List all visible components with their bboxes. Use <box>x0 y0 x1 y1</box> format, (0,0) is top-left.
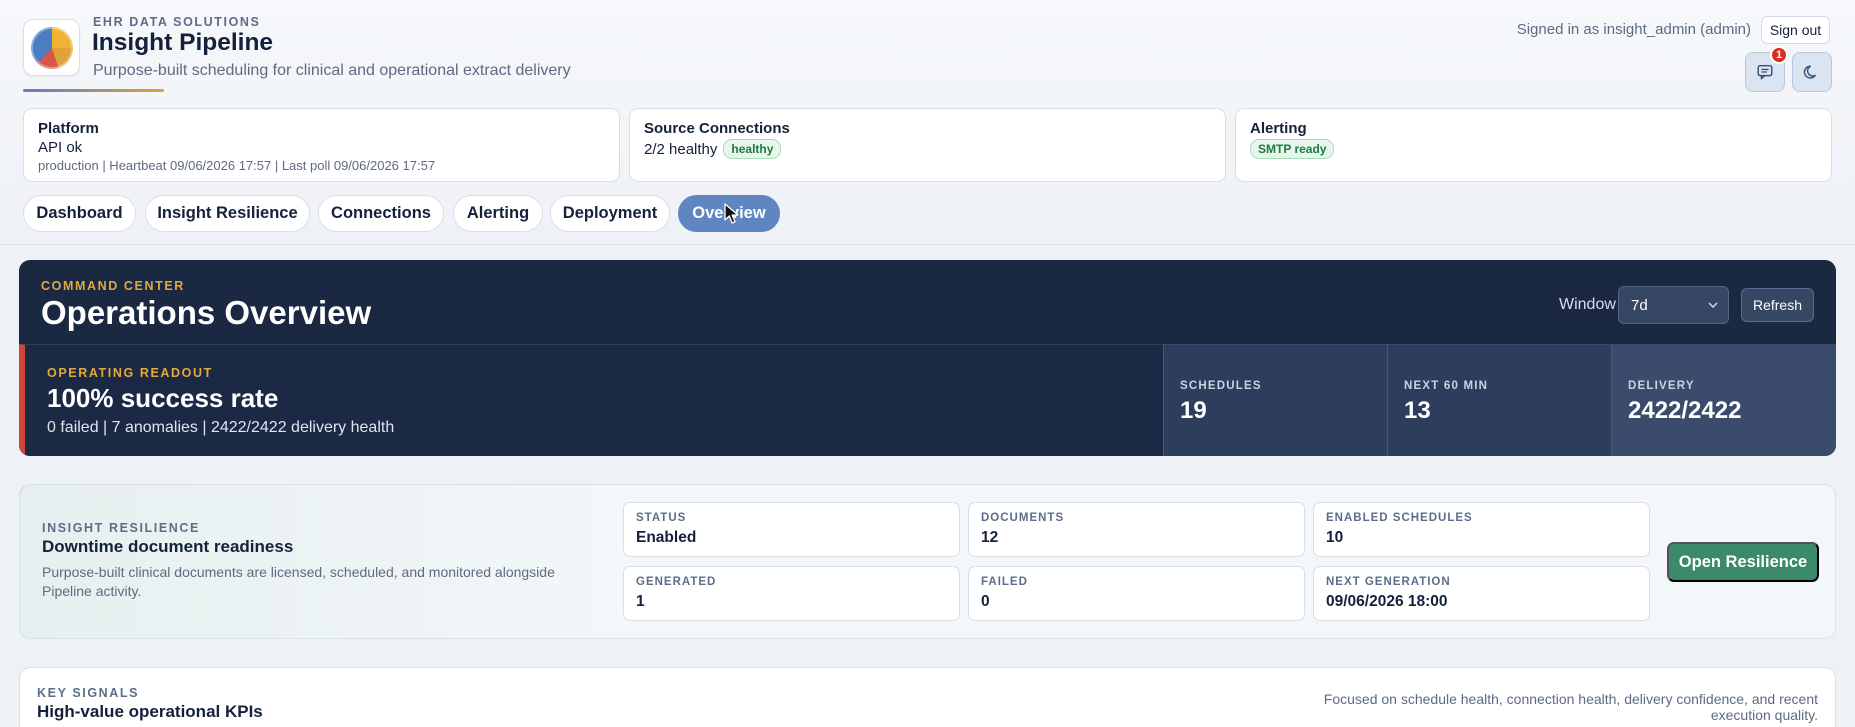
stat-enabled-schedules: ENABLED SCHEDULES 10 <box>1313 502 1650 557</box>
stat-documents: DOCUMENTS 12 <box>968 502 1305 557</box>
tab-insight-resilience[interactable]: Insight Resilience <box>145 195 310 232</box>
command-title: Operations Overview <box>41 294 372 331</box>
app-logo <box>23 19 80 76</box>
stat-label: DOCUMENTS <box>981 512 1065 524</box>
smtp-ready-pill: SMTP ready <box>1250 139 1335 159</box>
stat-next-generation: NEXT GENERATION 09/06/2026 18:00 <box>1313 566 1650 621</box>
refresh-button[interactable]: Refresh <box>1741 288 1814 322</box>
theme-toggle-button[interactable] <box>1792 52 1832 92</box>
command-kicker: COMMAND CENTER <box>41 279 185 293</box>
kpi-schedules: SCHEDULES 19 <box>1163 344 1387 456</box>
healthy-pill: healthy <box>723 139 782 159</box>
readout-kicker: OPERATING READOUT <box>47 366 213 380</box>
stat-failed: FAILED 0 <box>968 566 1305 621</box>
app-title: Insight Pipeline <box>92 29 274 56</box>
signals-note: Focused on schedule health, connection h… <box>1323 691 1818 723</box>
stat-value: 1 <box>636 593 645 610</box>
platform-status: API ok <box>38 139 83 156</box>
stat-label: GENERATED <box>636 576 717 588</box>
tab-dashboard[interactable]: Dashboard <box>23 195 136 232</box>
source-connections-title: Source Connections <box>644 120 790 137</box>
chat-icon <box>1757 64 1773 80</box>
resilience-panel: INSIGHT RESILIENCE Downtime document rea… <box>19 484 1836 639</box>
kpi-label: SCHEDULES <box>1180 380 1262 392</box>
alerting-line: SMTP ready <box>1250 139 1817 159</box>
kpi-next-60-min: NEXT 60 MIN 13 <box>1387 344 1611 456</box>
window-select-value: 7d <box>1631 296 1648 314</box>
resilience-title: Downtime document readiness <box>42 537 294 556</box>
platform-status-card: Platform API ok production | Heartbeat 0… <box>23 108 620 182</box>
kpi-value: 13 <box>1404 397 1431 424</box>
readout-summary: 0 failed | 7 anomalies | 2422/2422 deliv… <box>47 419 395 436</box>
mouse-cursor-icon <box>724 203 739 224</box>
signals-kicker: KEY SIGNALS <box>37 686 140 700</box>
signed-in-text: Signed in as insight_admin (admin) <box>1516 21 1751 38</box>
kpi-value: 2422/2422 <box>1628 397 1742 424</box>
stat-value: 10 <box>1326 529 1344 546</box>
app-subtitle: Purpose-built scheduling for clinical an… <box>93 62 571 79</box>
resilience-kicker: INSIGHT RESILIENCE <box>42 521 200 535</box>
stat-label: STATUS <box>636 512 687 524</box>
moon-icon <box>1803 65 1816 79</box>
resilience-description: Purpose-built clinical documents are lic… <box>42 564 555 599</box>
tab-deployment[interactable]: Deployment <box>550 195 670 232</box>
stat-value: Enabled <box>636 529 697 546</box>
window-label: Window <box>1559 296 1616 313</box>
operating-readout: OPERATING READOUT 100% success rate 0 fa… <box>19 344 1163 456</box>
stat-value: 12 <box>981 529 999 546</box>
kpi-value: 19 <box>1180 397 1207 424</box>
app-header: EHR DATA SOLUTIONS Insight Pipeline Purp… <box>0 0 1855 245</box>
signals-title: High-value operational KPIs <box>37 702 263 721</box>
notification-badge: 1 <box>1770 46 1788 64</box>
sign-out-button[interactable]: Sign out <box>1761 16 1830 44</box>
alerting-card: Alerting SMTP ready <box>1235 108 1832 182</box>
stat-label: FAILED <box>981 576 1028 588</box>
chevron-down-icon <box>1708 302 1718 309</box>
readout-title: 100% success rate <box>47 383 279 413</box>
brand-kicker: EHR DATA SOLUTIONS <box>93 15 261 29</box>
stat-label: NEXT GENERATION <box>1326 576 1451 588</box>
source-connections-count: 2/2 healthy <box>644 140 718 158</box>
source-connections-card: Source Connections 2/2 healthy healthy <box>629 108 1226 182</box>
stat-value: 09/06/2026 18:00 <box>1326 593 1448 610</box>
stat-label: ENABLED SCHEDULES <box>1326 512 1473 524</box>
kpi-label: DELIVERY <box>1628 380 1695 392</box>
stat-status: STATUS Enabled <box>623 502 960 557</box>
tab-connections[interactable]: Connections <box>318 195 444 232</box>
brand-accent-bar <box>23 89 164 92</box>
stat-value: 0 <box>981 593 990 610</box>
kpi-delivery: DELIVERY 2422/2422 <box>1611 344 1836 456</box>
alerting-title: Alerting <box>1250 120 1307 137</box>
pie-logo-icon <box>30 26 73 69</box>
platform-meta: production | Heartbeat 09/06/2026 17:57 … <box>38 158 436 173</box>
platform-title: Platform <box>38 120 99 137</box>
kpi-label: NEXT 60 MIN <box>1404 380 1489 392</box>
source-connections-line: 2/2 healthy healthy <box>644 139 1211 159</box>
window-select[interactable]: 7d <box>1618 286 1729 324</box>
stat-generated: GENERATED 1 <box>623 566 960 621</box>
key-signals-panel: KEY SIGNALS High-value operational KPIs … <box>19 667 1836 727</box>
command-center-panel: COMMAND CENTER Operations Overview Windo… <box>19 260 1836 456</box>
tab-alerting[interactable]: Alerting <box>453 195 543 232</box>
open-resilience-button[interactable]: Open Resilience <box>1667 542 1819 582</box>
